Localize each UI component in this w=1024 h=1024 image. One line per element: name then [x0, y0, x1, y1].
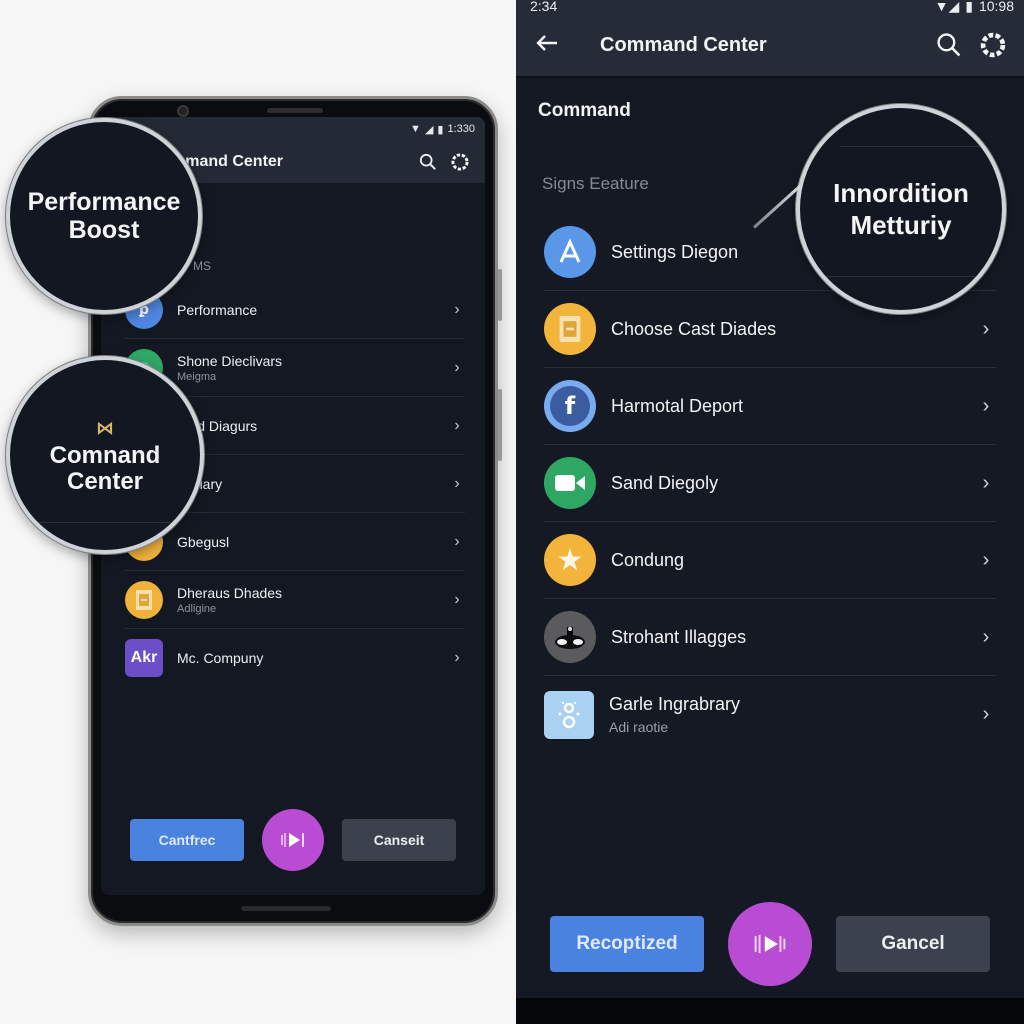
volume-button[interactable]	[498, 269, 502, 321]
list-item[interactable]: ꝑ Performance ›	[125, 281, 465, 339]
navigation-bar	[516, 998, 1024, 1024]
play-fab[interactable]	[262, 809, 324, 871]
item-title: Strohant Illagges	[611, 626, 747, 647]
callout-line-1: Innordition	[833, 178, 969, 208]
document-icon	[544, 303, 596, 355]
list-item[interactable]: ★ Condung ›	[544, 522, 996, 599]
status-icons: ▼◢ ▮ 10:98	[934, 0, 1014, 14]
library-icon	[544, 690, 594, 739]
item-title: Gbegusl	[177, 533, 230, 550]
item-subtitle: Adligine	[177, 602, 217, 615]
list-item[interactable]: f Harmotal Deport ›	[544, 368, 996, 445]
cancel-button[interactable]: Gancel	[836, 916, 990, 972]
item-title: ntullary	[177, 476, 449, 492]
item-subtitle: Meigma	[177, 370, 217, 383]
earpiece-speaker	[267, 108, 323, 113]
document-icon	[125, 580, 163, 619]
chevron-right-icon: ›	[982, 471, 990, 494]
wifi-icon: ▼	[410, 123, 421, 135]
battery-icon: ▮	[965, 0, 973, 14]
battery-level: 10:98	[978, 0, 1014, 14]
recognized-button[interactable]: Recoptized	[550, 916, 704, 972]
divider	[800, 276, 1002, 277]
screenshot-stage: ▼ ◢ ▮ 1:330 mmand Center MS ꝑ Performanc…	[0, 0, 1024, 1024]
item-title: Harmotal Deport	[611, 395, 744, 416]
home-indicator	[241, 906, 331, 911]
item-subtitle: Adi raotie	[609, 719, 669, 735]
chevron-right-icon: ›	[982, 394, 990, 417]
performance-boost-callout: Performance Boost	[6, 118, 202, 314]
play-icon	[281, 833, 304, 847]
list-item[interactable]: Garle Ingrabrary Adi raotie ›	[544, 676, 996, 753]
search-icon[interactable]	[417, 151, 439, 173]
chevron-right-icon: ›	[454, 532, 460, 550]
front-camera	[177, 105, 189, 117]
chevron-right-icon: ›	[982, 317, 990, 340]
chevron-right-icon: ›	[454, 416, 460, 434]
item-title: rand Diagurs	[177, 417, 258, 434]
item-title: Sand Diegoly	[611, 472, 719, 493]
facebook-icon: f	[544, 380, 596, 432]
command-center-callout: ⋈ Comnand Center	[6, 356, 204, 554]
app-bar: Command Center	[516, 14, 1024, 78]
callout-line-2: Metturiy	[850, 210, 952, 240]
item-title: Mc. Compuny	[177, 650, 264, 666]
app-icon: Akr	[125, 639, 163, 677]
divider	[840, 146, 992, 147]
callout-line-2: Boost	[68, 216, 140, 244]
play-icon	[754, 934, 786, 954]
play-fab[interactable]	[728, 902, 812, 986]
wifi-icon: ▼◢	[934, 0, 960, 14]
app-title: Command Center	[600, 33, 767, 56]
innordition-callout: Innordition Metturiy	[796, 104, 1006, 314]
chevron-right-icon: ›	[454, 649, 460, 666]
list-item[interactable]: Dherаus Dhades Adligine ›	[125, 571, 465, 629]
chevron-right-icon: ›	[454, 358, 460, 376]
right-panel: 2:34 ▼◢ ▮ 10:98 Command Center Command S…	[516, 0, 1024, 1024]
chevron-right-icon: ›	[982, 548, 990, 571]
confirm-button[interactable]: Cantfrec	[130, 819, 244, 861]
chevron-right-icon: ›	[982, 703, 990, 725]
bottom-actions: Recoptized Gancel	[516, 892, 1024, 996]
back-arrow-icon[interactable]	[536, 32, 562, 58]
star-icon: ★	[544, 534, 596, 586]
status-bar: 2:34 ▼◢ ▮ 10:98	[516, 0, 1024, 14]
item-title: Performance	[177, 301, 258, 318]
list-item[interactable]: Strohant Illagges ›	[544, 599, 996, 676]
list-item[interactable]: Sand Diegoly ›	[544, 445, 996, 522]
video-camera-icon	[544, 457, 596, 509]
chevron-right-icon: ›	[454, 300, 460, 318]
list-item[interactable]: Akr Mc. Compuny ›	[125, 629, 465, 687]
item-title: Garle Ingrabrary	[609, 694, 741, 714]
cancel-button[interactable]: Canseit	[342, 819, 456, 861]
chevron-right-icon: ›	[454, 590, 460, 608]
signal-icon: ◢	[424, 123, 434, 136]
chevron-right-icon: ›	[982, 625, 990, 648]
gear-icon[interactable]	[449, 151, 471, 173]
bottom-actions: Cantfrec Canseit	[101, 809, 485, 871]
crown-logo-icon: ⋈	[96, 418, 114, 438]
item-title: Dherаus Dhades	[177, 584, 283, 601]
power-button[interactable]	[498, 389, 502, 461]
app-store-icon	[544, 226, 596, 278]
chevron-right-icon: ›	[454, 474, 460, 492]
gear-icon[interactable]	[978, 30, 1008, 60]
callout-line-1: Performance	[27, 188, 181, 216]
spy-icon	[544, 611, 596, 663]
status-time: 2:34	[530, 0, 558, 14]
status-time: 1:330	[447, 123, 475, 135]
divider	[10, 522, 200, 523]
battery-icon: ▮	[437, 123, 444, 136]
item-title: Condung	[611, 549, 685, 570]
item-title: Choose Cast Diades	[611, 318, 777, 339]
app-title: mmand Center	[171, 153, 284, 170]
item-title: Shone Dieclivars	[177, 352, 283, 369]
search-icon[interactable]	[934, 30, 964, 60]
callout-line-2: Center	[66, 468, 144, 495]
callout-line-1: Comnand	[49, 442, 161, 469]
